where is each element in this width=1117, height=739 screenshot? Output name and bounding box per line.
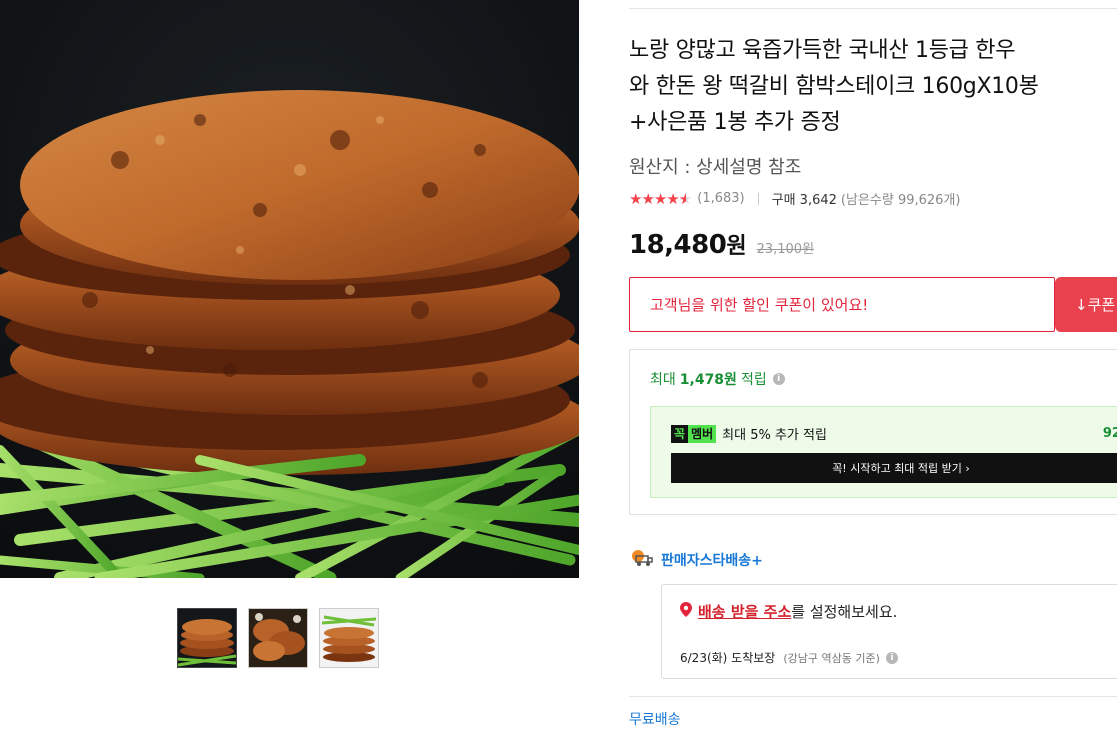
thumbnail-strip <box>177 608 379 668</box>
arrival-location: (강남구 역삼동 기준) <box>783 651 880 665</box>
thumbnail-1[interactable] <box>177 608 237 668</box>
product-info-panel: 노랑 양많고 육즙가득한 국내산 1등급 한우 와 한돈 왕 떡갈비 함박스테이… <box>629 0 1117 739</box>
thumbnail-3[interactable] <box>319 608 379 668</box>
reward-panel: 최대 1,478원 적립 i 꼭멤버 최대 5% 추가 적립 924 꼭! 시작… <box>629 349 1117 515</box>
divider <box>629 8 1117 9</box>
free-shipping: 무료배송 <box>629 712 681 728</box>
product-title-line-1: 노랑 양많고 육즙가득한 국내산 1등급 한우 <box>629 38 1016 63</box>
shipping-header: 판매자스타배송+ <box>631 549 763 571</box>
product-title-line-3: +사은품 1봉 추가 증정 <box>629 110 841 135</box>
remaining-stock: (남은수량 99,626개) <box>840 193 961 208</box>
separator <box>757 192 759 205</box>
product-page: 노랑 양많고 육즙가득한 국내산 1등급 한우 와 한돈 왕 떡갈비 함박스테이… <box>0 0 1117 739</box>
product-title: 노랑 양많고 육즙가득한 국내산 1등급 한우 와 한돈 왕 떡갈비 함박스테이… <box>629 33 1117 141</box>
origin-info: 원산지 : 상세설명 참조 <box>629 157 802 178</box>
truck-icon <box>631 549 653 571</box>
reward-suffix: 적립 <box>740 372 767 388</box>
membership-badge: 꼭 멤버 <box>671 424 717 443</box>
divider <box>629 696 1117 697</box>
arrival-info: 6/23(화) 도착보장 (강남구 역삼동 기준) i <box>680 649 898 666</box>
membership-badge-b: 멤버 <box>688 424 717 443</box>
membership-text: 최대 5% 추가 적립 <box>722 428 827 443</box>
price-row: 18,480 원 23,100원 <box>629 228 814 260</box>
membership-amount: 924 <box>1102 426 1117 441</box>
rating-row: ★★★★★ ★ (1,683) 구매 3,642 (남은수량 99,626개) <box>629 189 961 209</box>
price-unit: 원 <box>726 234 747 259</box>
coupon-banner: 고객님을 위한 할인 쿠폰이 있어요! <box>629 277 1055 332</box>
arrival-date: 6/23(화) 도착보장 <box>680 651 776 665</box>
purchase-count: 구매 3,642 <box>771 193 837 208</box>
rating-stars-icon[interactable]: ★★★★★ ★ <box>629 189 692 208</box>
address-prompt: 배송 받을 주소 를 설정해보세요. <box>680 601 897 622</box>
shipping-box: 배송 받을 주소 를 설정해보세요. 6/23(화) 도착보장 (강남구 역삼동… <box>661 584 1117 679</box>
original-price: 23,100원 <box>756 242 815 257</box>
review-count-link[interactable]: (1,683) <box>697 191 744 206</box>
location-pin-icon <box>680 602 692 621</box>
info-icon[interactable]: i <box>772 373 785 385</box>
coupon-download-button[interactable]: ↓쿠폰 <box>1055 277 1117 332</box>
product-title-line-2: 와 한돈 왕 떡갈비 함박스테이크 160gX10봉 <box>629 74 1039 99</box>
membership-promo: 꼭멤버 최대 5% 추가 적립 924 꼭! 시작하고 최대 적립 받기 › <box>650 406 1117 498</box>
address-prompt-suffix: 를 설정해보세요. <box>791 603 898 621</box>
membership-start-button[interactable]: 꼭! 시작하고 최대 적립 받기 › <box>671 453 1117 483</box>
coupon-message: 고객님을 위한 할인 쿠폰이 있어요! <box>650 296 869 314</box>
half-star-icon: ★ ★ <box>678 189 692 208</box>
main-product-image[interactable] <box>0 0 579 578</box>
membership-line: 꼭 멤버 최대 5% 추가 적립 <box>671 424 827 443</box>
set-address-link[interactable]: 배송 받을 주소 <box>698 601 791 622</box>
info-icon[interactable]: i <box>885 651 898 664</box>
reward-prefix: 최대 <box>650 372 676 388</box>
shipping-type: 판매자스타배송+ <box>661 553 763 569</box>
full-stars: ★★★★ <box>629 189 680 208</box>
sale-price: 18,480 <box>629 230 727 260</box>
membership-badge-a: 꼭 <box>671 424 689 443</box>
thumbnail-2[interactable] <box>248 608 308 668</box>
reward-amount: 1,478원 <box>679 372 737 388</box>
max-reward: 최대 1,478원 적립 i <box>650 369 785 389</box>
